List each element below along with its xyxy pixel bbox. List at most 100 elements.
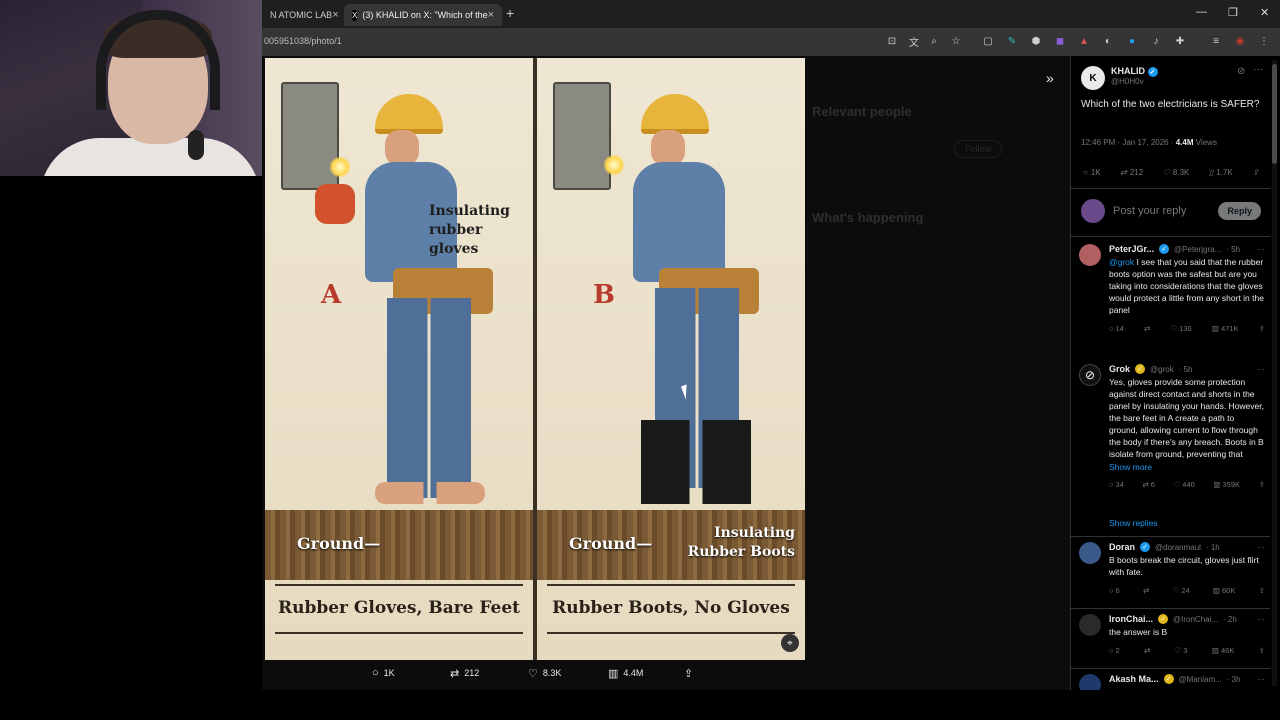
reply-count[interactable]: ○ 2: [1109, 646, 1120, 655]
install-icon[interactable]: ⊡: [886, 35, 898, 47]
reply-item[interactable]: IronChai... ✓ @IronChai... · 2h ··· the …: [1079, 614, 1265, 655]
views-action[interactable]: ▥ 4.4M: [608, 667, 643, 680]
ground-label: Ground—: [569, 534, 653, 553]
reply-author-name[interactable]: PeterJGr...: [1109, 244, 1154, 254]
avatar[interactable]: [1079, 244, 1101, 266]
share-icon[interactable]: ⇪: [1259, 646, 1265, 655]
bookmark-stat[interactable]: ▯ 1.7K: [1209, 168, 1233, 177]
view-count[interactable]: ▥ 46K: [1212, 646, 1234, 655]
reply-author-name[interactable]: Akash Ma...: [1109, 674, 1159, 684]
reply-item[interactable]: Akash Ma... ✓ @Maniam... · 3h ···: [1079, 674, 1265, 690]
avatar[interactable]: [1079, 614, 1101, 636]
grok-icon[interactable]: ⊘: [1237, 66, 1245, 77]
repost-count[interactable]: ⇄: [1144, 324, 1150, 333]
translate-icon[interactable]: 文: [908, 35, 920, 49]
rubber-gloves: [315, 184, 355, 224]
like-count[interactable]: ♡ 3: [1175, 646, 1188, 655]
scrollbar-thumb[interactable]: [1272, 64, 1277, 164]
more-options-icon[interactable]: ···: [1257, 365, 1265, 374]
reply-item[interactable]: PeterJGr... ✓ @Peterjgra... · 5h ··· @gr…: [1079, 244, 1265, 333]
close-tab-icon[interactable]: ×: [488, 9, 494, 21]
reply-icon: ○: [1083, 168, 1088, 177]
expand-sidebar-icon[interactable]: »: [1046, 70, 1054, 86]
avatar[interactable]: [1079, 542, 1101, 564]
author-name[interactable]: KHALID ✓: [1111, 66, 1158, 77]
reading-list-icon[interactable]: ≡: [1210, 35, 1222, 47]
image-tools-icon[interactable]: ⌖: [781, 634, 799, 652]
like-count[interactable]: ♡ 440: [1174, 480, 1195, 489]
extension-icon[interactable]: ⬢: [1030, 35, 1042, 47]
close-tab-icon[interactable]: ×: [332, 9, 338, 21]
reply-input[interactable]: Post your reply: [1113, 205, 1210, 217]
panel-caption: Rubber Boots, No Gloves: [552, 598, 790, 618]
tab-khalid-post[interactable]: X (3) KHALID on X: "Which of the ×: [344, 4, 502, 26]
view-count[interactable]: ▥ 471K: [1212, 324, 1239, 333]
post-image[interactable]: Insulating rubber gloves A Ground— Rubbe…: [265, 58, 805, 660]
share-icon[interactable]: ⇪: [1259, 324, 1265, 333]
grok-avatar-icon[interactable]: ⊘: [1079, 364, 1101, 386]
show-replies-link[interactable]: Show replies: [1109, 518, 1158, 528]
restore-button[interactable]: ❐: [1228, 6, 1238, 19]
reply-count[interactable]: ○ 14: [1109, 324, 1124, 333]
avatar[interactable]: [1079, 674, 1101, 690]
photo-action-bar: ○ 1K ⇄ 212 ♡ 8.3K ▥ 4.4M ⇪: [262, 660, 802, 686]
more-options-icon[interactable]: ···: [1257, 245, 1265, 254]
reply-count[interactable]: ○ 6: [1109, 586, 1120, 595]
like-stat[interactable]: ♡ 8.3K: [1163, 168, 1190, 177]
new-tab-button[interactable]: +: [506, 5, 514, 21]
reply-author-name[interactable]: IronChai...: [1109, 614, 1153, 624]
extension-icon[interactable]: ◐: [1102, 35, 1114, 47]
extension-icon[interactable]: ▢: [982, 35, 994, 47]
tab-atomic-lab[interactable]: N ATOMIC LAB ×: [262, 4, 344, 26]
repost-action[interactable]: ⇄ 212: [450, 667, 479, 680]
close-window-button[interactable]: ✕: [1260, 6, 1269, 19]
bookmark-star-icon[interactable]: ☆: [950, 35, 962, 47]
url-field[interactable]: 005951038/photo/1: [264, 36, 342, 46]
mention-link[interactable]: @grok: [1109, 257, 1134, 267]
scrollbar[interactable]: [1272, 60, 1277, 686]
like-action[interactable]: ♡ 8.3K: [528, 667, 561, 680]
reply-stat[interactable]: ○ 1K: [1083, 168, 1101, 177]
extension-icon[interactable]: ◼: [1054, 35, 1066, 47]
reply-header: Akash Ma... ✓ @Maniam... · 3h ···: [1109, 674, 1265, 684]
share-icon[interactable]: ⇪: [1259, 586, 1265, 595]
repost-count[interactable]: ⇄: [1144, 646, 1150, 655]
reply-author-name[interactable]: Doran: [1109, 542, 1135, 552]
view-count[interactable]: ▥ 359K: [1213, 480, 1240, 489]
repost-count[interactable]: ⇄: [1143, 586, 1149, 595]
more-options-icon[interactable]: ···: [1257, 615, 1265, 624]
reply-stats: ○ 6 ⇄ ♡ 24 ▥ 60K ⇪: [1109, 586, 1265, 595]
extension-icon[interactable]: ✎: [1006, 35, 1018, 47]
extension-icon[interactable]: ▲: [1078, 35, 1090, 47]
like-count[interactable]: ♡ 136: [1170, 324, 1191, 333]
tweet-author[interactable]: K KHALID ✓ @H0H0v: [1081, 66, 1158, 90]
minimize-button[interactable]: —: [1196, 6, 1207, 18]
reply-action[interactable]: ○ 1K: [372, 667, 395, 679]
avatar[interactable]: K: [1081, 66, 1105, 90]
zoom-icon[interactable]: ⌕: [928, 35, 940, 47]
repost-count[interactable]: ⇄ 6: [1142, 480, 1154, 489]
reply-button[interactable]: Reply: [1218, 202, 1261, 220]
extension-icon[interactable]: ●: [1126, 35, 1138, 47]
share-icon[interactable]: ⇪: [1259, 480, 1265, 489]
reply-item[interactable]: ⊘ Grok ✓ @grok · 5h ··· Yes, gloves prov…: [1079, 364, 1265, 489]
more-options-icon[interactable]: ···: [1257, 675, 1265, 684]
view-count[interactable]: ▥ 60K: [1213, 586, 1235, 595]
share-action[interactable]: ⇪: [684, 667, 693, 680]
more-options-icon[interactable]: ···: [1253, 64, 1263, 75]
verified-icon: ✓: [1158, 614, 1169, 624]
more-options-icon[interactable]: ···: [1257, 543, 1265, 552]
reply-item[interactable]: Doran ✓ @doranmaul · 1h ··· B boots brea…: [1079, 542, 1265, 595]
repost-stat[interactable]: ⇄ 212: [1120, 168, 1143, 177]
verified-icon: ✓: [1163, 674, 1174, 684]
like-count[interactable]: ♡ 24: [1173, 586, 1190, 595]
profile-icon[interactable]: ◉: [1234, 35, 1246, 47]
show-more-link[interactable]: Show more: [1109, 462, 1265, 472]
reply-count-value: 2: [1115, 646, 1120, 655]
menu-icon[interactable]: ⋮: [1258, 35, 1270, 47]
reply-author-name[interactable]: Grok: [1109, 364, 1130, 374]
reply-count[interactable]: ○ 34: [1109, 480, 1124, 489]
volume-icon[interactable]: ♪: [1150, 35, 1162, 47]
puzzle-icon[interactable]: ✚: [1174, 35, 1186, 47]
share-stat[interactable]: ⇪: [1252, 168, 1259, 177]
